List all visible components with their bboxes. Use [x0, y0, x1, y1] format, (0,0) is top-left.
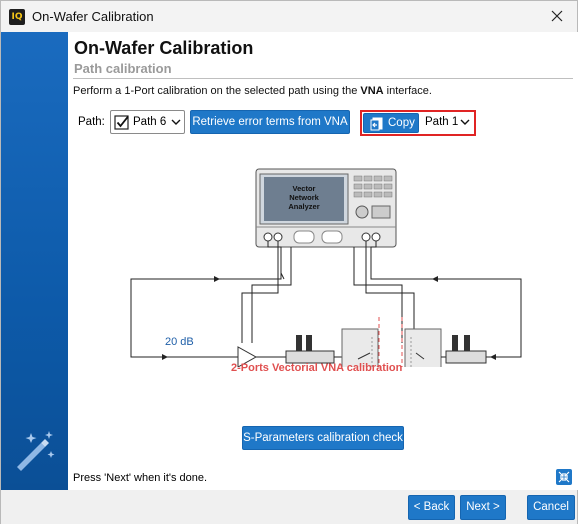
copy-button-label: Copy: [388, 117, 415, 129]
right-coupler: [441, 335, 487, 364]
collapse-icon: [558, 471, 570, 483]
copy-target-value: Path 1: [425, 116, 459, 128]
sparameters-check-button[interactable]: S-Parameters calibration check: [242, 426, 404, 450]
path-label: Path:: [78, 116, 105, 128]
instruction-text: Perform a 1-Port calibration on the sele…: [73, 85, 432, 97]
amplifier-gain: 20 dB: [165, 336, 194, 348]
instruction-after: interface.: [383, 85, 432, 97]
copy-highlight: Copy Path 1: [360, 110, 476, 136]
collapse-button[interactable]: [556, 469, 572, 485]
vna-label-line1: Vector: [293, 184, 316, 193]
chevron-down-icon: [171, 119, 181, 125]
close-button[interactable]: [537, 1, 577, 32]
diagram-caption: 2-Ports Vectorial VNA calibration: [231, 362, 403, 374]
back-button[interactable]: < Back: [408, 495, 455, 520]
vna-instrument: Vector Network Analyzer: [255, 168, 397, 248]
chevron-down-icon: [460, 119, 470, 125]
checkbox-icon: [114, 115, 129, 130]
right-probe: [404, 328, 442, 367]
retrieve-error-terms-button[interactable]: Retrieve error terms from VNA: [190, 110, 350, 134]
instruction-before: Perform a 1-Port calibration on the sele…: [73, 85, 361, 97]
left-coupler: [285, 335, 342, 364]
magic-wand-icon: [17, 431, 55, 471]
window-title: On-Wafer Calibration: [32, 9, 154, 24]
status-text: Press 'Next' when it's done.: [73, 472, 208, 484]
wizard-page: On-Wafer Calibration Path calibration Pe…: [68, 32, 578, 490]
close-icon: [551, 10, 563, 22]
instruction-bold: VNA: [360, 85, 384, 97]
header-divider: [73, 78, 573, 79]
app-icon: IQ: [9, 9, 25, 25]
vna-label-line2: Network: [289, 193, 319, 202]
path-dropdown-value: Path 6: [133, 116, 167, 128]
next-button[interactable]: Next >: [460, 495, 506, 520]
vna-label-line3: Analyzer: [288, 202, 319, 211]
path-dropdown[interactable]: Path 6: [110, 110, 185, 134]
copy-button[interactable]: Copy: [363, 113, 419, 133]
page-title: On-Wafer Calibration: [74, 38, 254, 58]
page-subtitle: Path calibration: [74, 61, 172, 76]
copy-icon: [370, 117, 383, 131]
title-bar: IQ On-Wafer Calibration: [1, 1, 577, 32]
dialog-window: IQ On-Wafer Calibration On-Wafer Calibra…: [0, 0, 578, 524]
cancel-button[interactable]: Cancel: [527, 495, 575, 520]
wizard-sidebar: [1, 32, 68, 490]
copy-target-dropdown[interactable]: Path 1: [422, 113, 474, 133]
wizard-footer: < Back Next > Cancel: [1, 490, 577, 524]
